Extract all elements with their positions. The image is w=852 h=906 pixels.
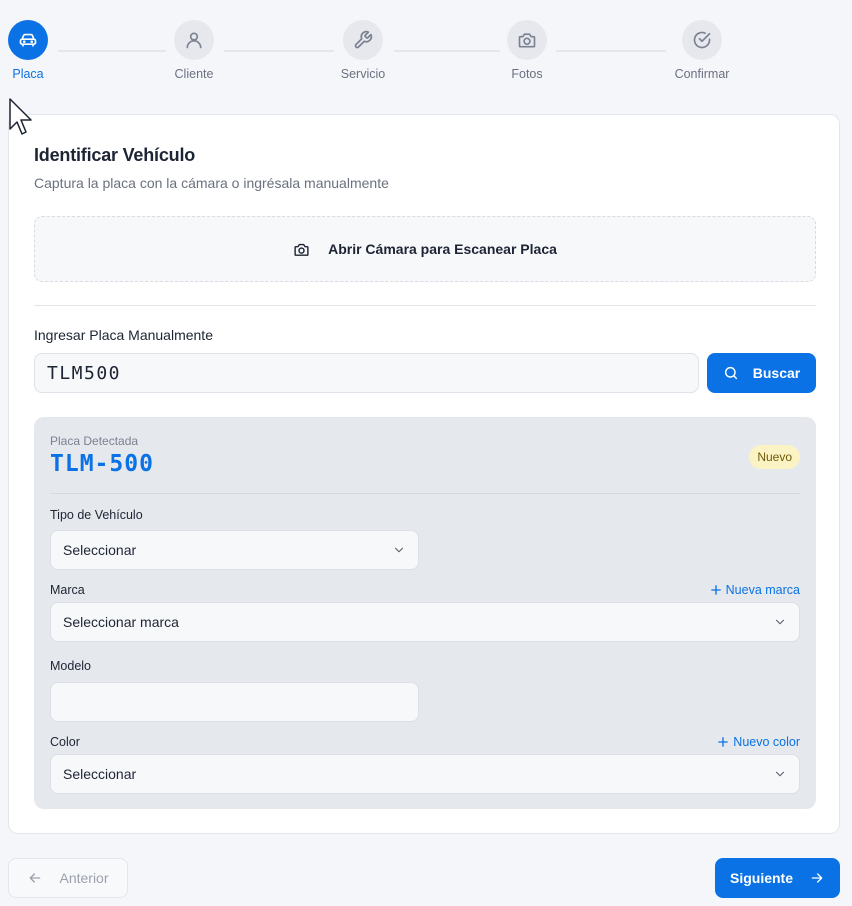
- step-label: Servicio: [340, 67, 386, 81]
- arrow-right-icon: [809, 870, 825, 886]
- camera-icon: [507, 20, 547, 60]
- detected-plate-panel: Placa Detectada TLM-500 Nuevo Tipo de Ve…: [34, 417, 816, 809]
- vehicle-type-value: Seleccionar: [63, 542, 137, 558]
- camera-icon: [293, 241, 310, 258]
- step-label: Placa: [12, 67, 44, 81]
- step-connector: [224, 50, 334, 52]
- step-confirmar[interactable]: Confirmar: [662, 20, 742, 81]
- step-cliente[interactable]: Cliente: [154, 20, 234, 81]
- chevron-down-icon: [773, 767, 787, 781]
- new-brand-label: Nueva marca: [725, 583, 800, 597]
- new-color-label: Nuevo color: [733, 735, 800, 749]
- next-button[interactable]: Siguiente: [715, 858, 840, 898]
- step-fotos[interactable]: Fotos: [487, 20, 567, 81]
- card-subtitle: Captura la placa con la cámara o ingrésa…: [34, 175, 389, 191]
- user-icon: [174, 20, 214, 60]
- step-servicio[interactable]: Servicio: [323, 20, 403, 81]
- vehicle-type-label: Tipo de Vehículo: [50, 508, 143, 522]
- panel-divider: [50, 493, 800, 494]
- brand-select[interactable]: Seleccionar marca: [50, 602, 800, 642]
- progress-stepper: Placa Cliente Servicio Fotos Confirmar: [0, 0, 852, 100]
- arrow-left-icon: [27, 870, 43, 886]
- wrench-icon: [343, 20, 383, 60]
- previous-button-label: Anterior: [59, 870, 109, 886]
- plus-icon: [710, 585, 721, 595]
- color-value: Seleccionar: [63, 766, 137, 782]
- next-button-label: Siguiente: [729, 870, 793, 886]
- step-label: Confirmar: [674, 67, 730, 81]
- status-badge: Nuevo: [749, 445, 800, 469]
- plate-input[interactable]: [34, 353, 699, 393]
- new-brand-link[interactable]: Nueva marca: [710, 583, 800, 597]
- card-title: Identificar Vehículo: [34, 145, 196, 165]
- step-label: Cliente: [174, 67, 214, 81]
- mouse-cursor-icon: [8, 97, 34, 137]
- section-divider: [34, 305, 816, 306]
- search-button[interactable]: Buscar: [707, 353, 816, 393]
- previous-button[interactable]: Anterior: [8, 858, 128, 898]
- check-circle-icon: [682, 20, 722, 60]
- chevron-down-icon: [392, 543, 406, 557]
- color-select[interactable]: Seleccionar: [50, 754, 800, 794]
- plus-icon: [718, 737, 729, 747]
- vehicle-type-select[interactable]: Seleccionar: [50, 530, 419, 570]
- detected-plate-value: TLM-500: [50, 451, 154, 477]
- step-connector: [556, 50, 666, 52]
- step-label: Fotos: [511, 67, 543, 81]
- chevron-down-icon: [773, 615, 787, 629]
- manual-plate-label: Ingresar Placa Manualmente: [34, 327, 213, 343]
- step-connector: [58, 50, 166, 52]
- open-camera-button[interactable]: Abrir Cámara para Escanear Placa: [34, 216, 816, 282]
- step-connector: [394, 50, 500, 52]
- open-camera-label: Abrir Cámara para Escanear Placa: [328, 241, 557, 257]
- detected-plate-label: Placa Detectada: [50, 434, 139, 448]
- search-button-label: Buscar: [752, 365, 801, 381]
- model-input[interactable]: [50, 682, 419, 722]
- model-label: Modelo: [50, 659, 91, 673]
- brand-value: Seleccionar marca: [63, 614, 179, 630]
- identify-vehicle-card: Identificar Vehículo Captura la placa co…: [8, 114, 840, 834]
- brand-label: Marca: [50, 583, 85, 597]
- search-icon: [723, 365, 739, 381]
- step-placa[interactable]: Placa: [0, 20, 68, 81]
- car-icon: [8, 20, 48, 60]
- new-color-link[interactable]: Nuevo color: [718, 735, 800, 749]
- color-label: Color: [50, 735, 80, 749]
